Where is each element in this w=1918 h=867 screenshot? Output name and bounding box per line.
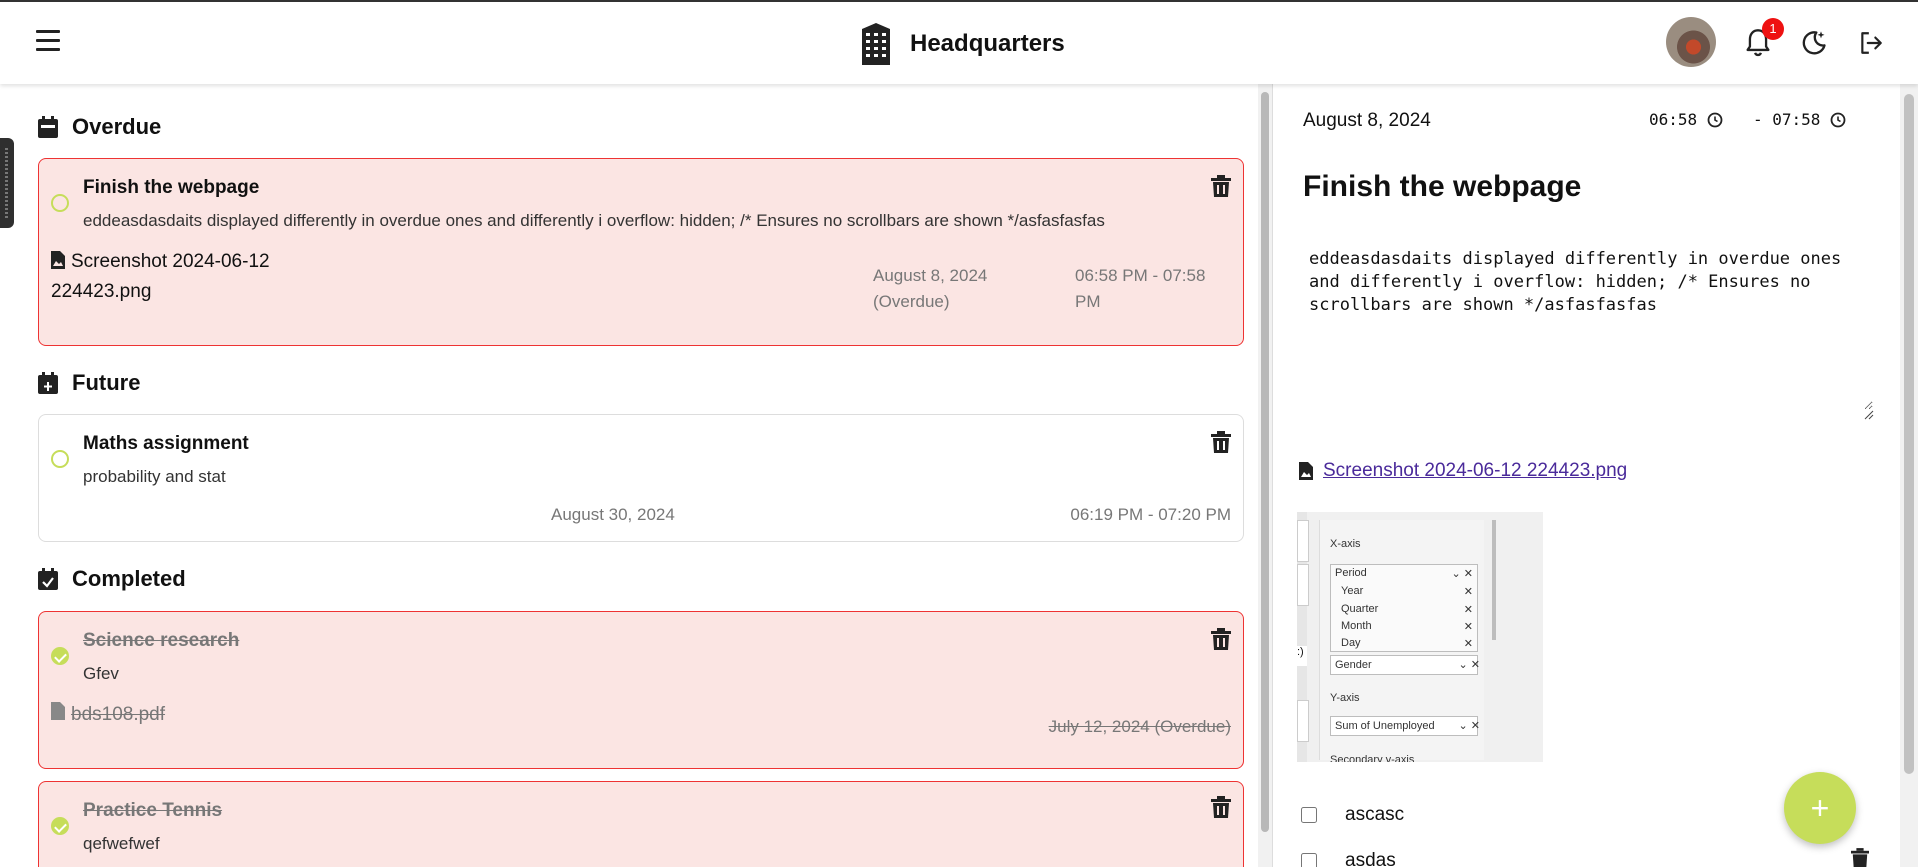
resize-grip-icon[interactable] xyxy=(1864,410,1874,420)
task-description: qefwefwef xyxy=(83,834,160,853)
preview-secondary-label: Secondary y-axis xyxy=(1330,754,1415,762)
preview-day: Day xyxy=(1341,637,1361,649)
trash-icon[interactable] xyxy=(1211,175,1231,197)
task-list-scrollbar[interactable] xyxy=(1258,84,1272,867)
drawer-handle[interactable] xyxy=(0,138,14,228)
hamburger-menu-icon[interactable] xyxy=(36,30,60,52)
trash-icon[interactable] xyxy=(1211,628,1231,650)
section-overdue-header: Overdue xyxy=(38,114,161,140)
task-time: 06:19 PM - 07:20 PM xyxy=(1070,505,1231,524)
detail-start-time[interactable]: 06:58 xyxy=(1649,110,1723,129)
preview-sum: Sum of Unemployed xyxy=(1330,716,1478,736)
trash-icon[interactable] xyxy=(1211,796,1231,818)
task-complete-toggle[interactable] xyxy=(51,194,69,212)
start-time-value: 06:58 xyxy=(1649,110,1698,129)
attachment-preview-image: :) X-axis Period ⌄ ✕ Year ✕ Quarter ✕ Mo… xyxy=(1297,512,1543,762)
task-description: eddeasdasdaits displayed differently in … xyxy=(83,211,1105,230)
task-title: Maths assignment xyxy=(83,433,249,454)
subtask-label: asdas xyxy=(1345,850,1396,867)
app-title: Headquarters xyxy=(910,30,1065,57)
dark-mode-moon-icon[interactable] xyxy=(1800,29,1828,57)
subtask-item: asdas xyxy=(1301,850,1396,867)
task-attachment[interactable]: bds108.pdf xyxy=(71,704,165,726)
section-overdue-title: Overdue xyxy=(72,114,162,139)
task-card-completed[interactable]: Practice Tennis qefwefwef xyxy=(38,781,1244,867)
task-attachment-line2[interactable]: 224423.png xyxy=(51,281,151,303)
task-time-line2: PM xyxy=(1075,292,1101,311)
preview-quarter: Quarter xyxy=(1341,603,1379,615)
attachment-link[interactable]: Screenshot 2024-06-12 224423.png xyxy=(1323,460,1627,482)
task-time-line1: 06:58 PM - 07:58 xyxy=(1075,266,1206,285)
trash-icon[interactable] xyxy=(1211,431,1231,453)
app-header: Headquarters 1 xyxy=(0,2,1918,84)
task-title: Practice Tennis xyxy=(83,800,223,821)
task-completed-toggle[interactable] xyxy=(51,647,69,665)
detail-date[interactable]: August 8, 2024 xyxy=(1303,110,1431,132)
task-complete-toggle[interactable] xyxy=(51,450,69,468)
image-file-icon xyxy=(51,251,65,269)
trash-icon[interactable] xyxy=(1851,848,1869,867)
task-description: probability and stat xyxy=(83,467,226,486)
detail-title[interactable]: Finish the webpage xyxy=(1303,170,1581,204)
task-completed-toggle[interactable] xyxy=(51,817,69,835)
preview-period: Period xyxy=(1335,567,1367,579)
subtask-item: ascasc xyxy=(1301,804,1404,826)
pdf-file-icon xyxy=(51,702,65,720)
section-future-title: Future xyxy=(72,370,141,395)
task-date-line2: (Overdue) xyxy=(873,292,950,311)
task-card-future[interactable]: Maths assignment probability and stat Au… xyxy=(38,414,1244,542)
clock-icon xyxy=(1707,112,1723,127)
subtask-checkbox[interactable] xyxy=(1301,853,1317,867)
detail-attachment: Screenshot 2024-06-12 224423.png xyxy=(1299,460,1627,482)
preview-gender: Gender xyxy=(1330,655,1478,675)
clock-icon xyxy=(1831,112,1846,127)
preview-year: Year xyxy=(1341,585,1364,597)
section-completed-title: Completed xyxy=(72,566,186,591)
detail-end-time[interactable]: - 07:58 xyxy=(1753,110,1846,129)
subtask-label: ascasc xyxy=(1345,804,1405,825)
detail-scrollbar[interactable] xyxy=(1900,84,1918,867)
task-date: August 30, 2024 xyxy=(551,505,675,524)
end-time-value: - 07:58 xyxy=(1753,110,1821,129)
task-list-pane: Overdue Finish the webpage eddeasdasdait… xyxy=(0,84,1258,867)
brand: Headquarters xyxy=(860,22,1065,66)
add-task-button[interactable]: + xyxy=(1784,772,1856,844)
task-date: July 12, 2024 (Overdue) xyxy=(1048,717,1231,736)
task-title: Science research xyxy=(83,630,240,651)
task-card-completed[interactable]: Science research Gfev bds108.pdf July 12… xyxy=(38,611,1244,769)
notification-badge: 1 xyxy=(1762,18,1784,40)
task-date-line1: August 8, 2024 xyxy=(873,266,988,285)
preview-x-axis-label: X-axis xyxy=(1330,538,1361,550)
detail-description-textarea[interactable] xyxy=(1303,238,1873,410)
logout-icon[interactable] xyxy=(1857,30,1885,56)
calendar-plus-icon xyxy=(38,372,58,394)
task-detail-pane: August 8, 2024 06:58 - 07:58 Finish the … xyxy=(1273,84,1899,867)
task-title: Finish the webpage xyxy=(83,177,260,198)
image-file-icon xyxy=(1299,462,1313,480)
calendar-check-icon xyxy=(38,568,58,590)
preview-month: Month xyxy=(1341,620,1372,632)
task-attachment-line1[interactable]: Screenshot 2024-06-12 xyxy=(71,251,270,273)
building-icon xyxy=(862,23,890,65)
preview-field-panel: X-axis Period ⌄ ✕ Year ✕ Quarter ✕ Month… xyxy=(1319,520,1496,762)
calendar-icon xyxy=(38,116,58,138)
task-card-overdue[interactable]: Finish the webpage eddeasdasdaits displa… xyxy=(38,158,1244,346)
task-description: Gfev xyxy=(83,664,119,683)
user-avatar[interactable] xyxy=(1666,17,1716,67)
section-future-header: Future xyxy=(38,370,140,396)
section-completed-header: Completed xyxy=(38,566,186,592)
subtask-checkbox[interactable] xyxy=(1301,807,1317,823)
preview-y-axis-label: Y-axis xyxy=(1330,692,1360,704)
